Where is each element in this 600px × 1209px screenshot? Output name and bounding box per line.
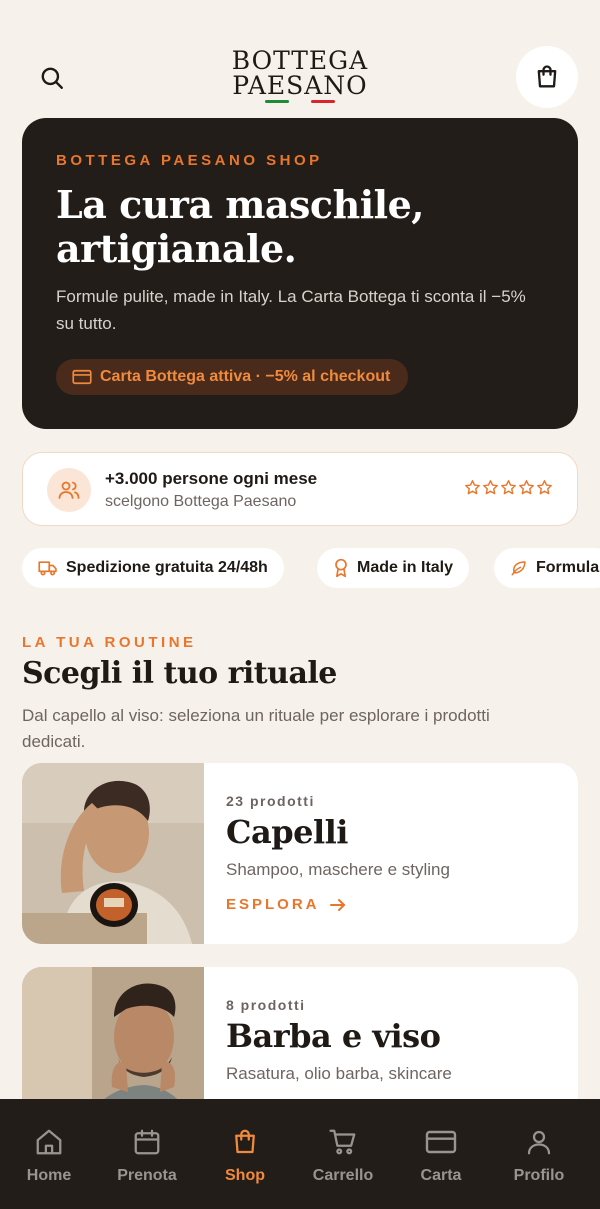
nav-shop[interactable]: Shop	[196, 1099, 294, 1209]
social-proof-card: +3.000 persone ogni mese scelgono Botteg…	[22, 452, 578, 526]
explore-label: ESPLORA	[226, 896, 320, 913]
category-description: Shampoo, maschere e styling	[226, 860, 450, 879]
nav-carrello-label: Carrello	[312, 1167, 374, 1184]
category-count: 8 prodotti	[226, 997, 306, 1013]
category-description: Rasatura, olio barba, skincare	[226, 1064, 452, 1083]
users-icon	[58, 481, 80, 499]
category-title: Capelli	[226, 813, 348, 851]
hero-banner: BOTTEGA PAESANO SHOP La cura maschile, a…	[22, 118, 578, 429]
hero-subtitle: Formule pulite, made in Italy. La Carta …	[56, 287, 526, 333]
bottom-nav: Home Prenota Shop Carrello Carta Profilo	[0, 1099, 600, 1209]
app-header: BOTTEGA PAESANO	[0, 0, 600, 112]
carta-bottega-badge[interactable]: Carta Bottega attiva · −5% al checkout	[56, 359, 409, 395]
leaf-icon	[511, 561, 526, 576]
shopping-bag-icon	[537, 65, 557, 88]
category-image-capelli	[22, 763, 204, 944]
routine-description: Dal capello al viso: seleziona un ritual…	[22, 706, 490, 751]
social-proof-headline: +3.000 persone ogni mese	[105, 469, 318, 488]
hero-title: La cura maschile, artigianale.	[56, 182, 424, 271]
users-icon-wrap	[47, 468, 91, 512]
search-button[interactable]	[28, 56, 76, 100]
nav-prenota[interactable]: Prenota	[98, 1099, 196, 1209]
chip-formula-label: Formula	[536, 559, 600, 576]
credit-card-icon	[425, 1130, 457, 1154]
italian-flag-accent	[230, 100, 370, 103]
star-icon	[465, 480, 480, 495]
calendar-icon	[134, 1129, 160, 1155]
chip-made-in-italy[interactable]: Made in Italy	[317, 548, 470, 588]
star-icon	[483, 480, 498, 495]
nav-carta-label: Carta	[420, 1167, 462, 1184]
category-card-capelli[interactable]: 23 prodotti Capelli Shampoo, maschere e …	[22, 763, 578, 944]
user-icon	[527, 1130, 551, 1155]
hero-eyebrow: BOTTEGA PAESANO SHOP	[56, 152, 323, 169]
chip-shipping[interactable]: Spedizione gratuita 24/48h	[22, 548, 284, 588]
nav-carrello[interactable]: Carrello	[294, 1099, 392, 1209]
search-icon	[41, 67, 63, 89]
social-proof-subtext: scelgono Bottega Paesano	[105, 493, 297, 510]
truck-icon	[38, 561, 57, 576]
category-title: Barba e viso	[226, 1017, 441, 1055]
chip-made-in-italy-label: Made in Italy	[357, 559, 454, 576]
bag-button[interactable]	[516, 46, 578, 108]
carta-bottega-label: Carta Bottega attiva · −5% al checkout	[100, 368, 391, 385]
explore-link[interactable]: ESPLORA	[226, 896, 346, 913]
cart-icon	[329, 1129, 356, 1155]
routine-eyebrow: LA TUA ROUTINE	[22, 634, 197, 651]
credit-card-icon	[72, 369, 92, 385]
chip-shipping-label: Spedizione gratuita 24/48h	[66, 559, 268, 576]
home-icon	[36, 1129, 62, 1155]
chip-formula[interactable]: Formula	[494, 548, 600, 588]
nav-profilo[interactable]: Profilo	[490, 1099, 588, 1209]
star-icon	[537, 480, 552, 495]
routine-title: Scegli il tuo rituale	[22, 656, 337, 691]
nav-home-label: Home	[26, 1167, 72, 1184]
brand-logo[interactable]: BOTTEGA PAESANO	[230, 48, 370, 103]
nav-prenota-label: Prenota	[117, 1167, 177, 1184]
award-icon	[335, 558, 347, 578]
logo-line-2: PAESANO	[232, 71, 368, 100]
rating-stars	[464, 479, 553, 496]
star-icon	[519, 480, 534, 495]
shopping-bag-icon	[235, 1129, 255, 1154]
nav-shop-label: Shop	[225, 1167, 265, 1184]
nav-carta[interactable]: Carta	[392, 1099, 490, 1209]
star-icon	[501, 480, 516, 495]
feature-chips-row[interactable]: Spedizione gratuita 24/48h Made in Italy…	[22, 548, 600, 590]
arrow-right-icon	[329, 898, 345, 911]
nav-profilo-label: Profilo	[513, 1167, 565, 1184]
logo-line-1: BOTTEGA	[231, 46, 369, 75]
nav-home[interactable]: Home	[0, 1099, 98, 1209]
category-count: 23 prodotti	[226, 793, 315, 809]
